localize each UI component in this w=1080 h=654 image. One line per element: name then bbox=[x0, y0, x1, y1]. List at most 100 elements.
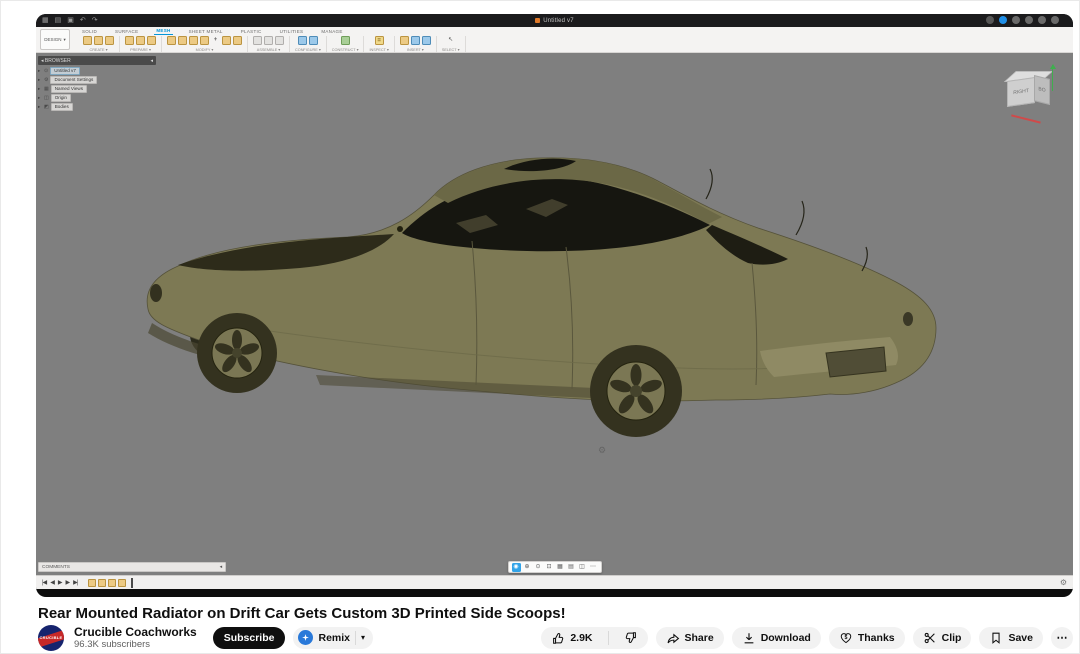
thumbs-up-icon bbox=[551, 631, 565, 645]
tree-item-bodies[interactable]: ▸◩Bodies bbox=[38, 103, 156, 111]
blue-tool-icon[interactable] bbox=[411, 36, 420, 45]
tab-solid[interactable]: SOLID bbox=[80, 28, 99, 35]
download-button[interactable]: Download bbox=[732, 627, 821, 649]
cursor-tool-icon[interactable]: ↖ bbox=[446, 36, 455, 45]
blue-tool-icon[interactable] bbox=[422, 36, 431, 45]
timeline-feature-icon[interactable] bbox=[108, 579, 116, 587]
tan-tool-icon[interactable] bbox=[125, 36, 134, 45]
account-icon[interactable] bbox=[1012, 16, 1020, 24]
tan-tool-icon[interactable] bbox=[233, 36, 242, 45]
tan-tool-icon[interactable] bbox=[94, 36, 103, 45]
expand-arrow-icon[interactable]: ▸ bbox=[38, 104, 42, 110]
gray-tool-icon[interactable] bbox=[275, 36, 284, 45]
tree-item-document-settings[interactable]: ▸⚙Document Settings bbox=[38, 76, 156, 84]
blue-tool-icon[interactable] bbox=[298, 36, 307, 45]
remix-label: Remix bbox=[318, 632, 350, 644]
nav-tool-icon-0[interactable]: ◉ bbox=[512, 563, 521, 572]
tab-plastic[interactable]: PLASTIC bbox=[239, 28, 264, 35]
pill-divider bbox=[608, 631, 609, 645]
gray-tool-icon[interactable] bbox=[253, 36, 262, 45]
timeline-marker[interactable] bbox=[131, 578, 133, 588]
playback-control-1[interactable]: ◀ bbox=[50, 579, 54, 586]
panel-arrow-icon[interactable]: ◂ bbox=[150, 58, 153, 64]
green-tool-icon[interactable] bbox=[341, 36, 350, 45]
subscribe-button[interactable]: Subscribe bbox=[213, 627, 286, 649]
video-player[interactable]: ▦▤▣↶↷ Untitled v7 DESIGN ▾ SOLIDSURFACEM… bbox=[36, 14, 1073, 597]
viewcube-side-face[interactable]: BO bbox=[1034, 75, 1050, 105]
tab-manage[interactable]: MANAGE bbox=[319, 28, 344, 35]
playback-control-3[interactable]: ▶ bbox=[65, 579, 69, 586]
tool-group-prepare: PREPARE ▾ bbox=[120, 36, 162, 52]
account-icon[interactable] bbox=[1025, 16, 1033, 24]
view-cube[interactable]: RIGHT BO bbox=[1001, 65, 1059, 121]
collapse-icon[interactable]: ◂ bbox=[41, 58, 44, 64]
design-menu[interactable]: DESIGN ▾ bbox=[40, 29, 70, 50]
tan-tool-icon[interactable] bbox=[147, 36, 156, 45]
tree-item-origin[interactable]: ▸◫Origin bbox=[38, 94, 156, 102]
timeline-feature-icon[interactable] bbox=[98, 579, 106, 587]
tan-tool-icon[interactable] bbox=[400, 36, 409, 45]
timeline-feature-icon[interactable] bbox=[118, 579, 126, 587]
channel-info[interactable]: Crucible Coachworks 96.3K subscribers bbox=[74, 626, 197, 650]
tab-mesh[interactable]: MESH bbox=[154, 27, 172, 35]
comments-panel-tab[interactable]: COMMENTS ◂ bbox=[38, 562, 226, 572]
nav-tool-icon-3[interactable]: ⊡ bbox=[545, 563, 554, 572]
nav-tool-icon-4[interactable]: ▦ bbox=[556, 563, 565, 572]
tan-tool-icon[interactable] bbox=[189, 36, 198, 45]
expand-arrow-icon[interactable]: ▸ bbox=[38, 68, 42, 74]
channel-name[interactable]: Crucible Coachworks bbox=[74, 626, 197, 639]
timeline-feature-icon[interactable] bbox=[88, 579, 96, 587]
notification-icon[interactable] bbox=[999, 16, 1007, 24]
viewcube-front-face[interactable]: RIGHT bbox=[1007, 77, 1035, 107]
tree-item-named-views[interactable]: ▸▦Named Views bbox=[38, 85, 156, 93]
account-icon[interactable] bbox=[1051, 16, 1059, 24]
remix-button[interactable]: Remix ▾ bbox=[293, 627, 373, 649]
channel-avatar[interactable]: CRUCIBLE bbox=[38, 625, 64, 651]
tab-sheet-metal[interactable]: SHEET METAL bbox=[187, 28, 225, 35]
meas-tool-icon[interactable]: = bbox=[375, 36, 384, 45]
timeline-gear-icon[interactable]: ⚙ bbox=[1060, 578, 1067, 587]
browser-panel: ◂ BROWSER ◂ ▸⊙Untitled v7▸⚙Document Sett… bbox=[38, 56, 156, 111]
account-icon[interactable] bbox=[986, 16, 994, 24]
account-icon[interactable] bbox=[1038, 16, 1046, 24]
dislike-button[interactable] bbox=[614, 627, 648, 649]
expand-arrow-icon[interactable]: ▸ bbox=[38, 95, 42, 101]
tan-tool-icon[interactable] bbox=[222, 36, 231, 45]
avatar-text: CRUCIBLE bbox=[38, 635, 64, 640]
chevron-down-icon[interactable]: ▾ bbox=[361, 633, 365, 642]
playback-control-2[interactable]: ▶ bbox=[58, 579, 62, 586]
nav-tool-icon-7[interactable]: ⋯ bbox=[589, 563, 598, 572]
like-button[interactable]: 2.9K bbox=[541, 627, 602, 649]
nav-tool-icon-6[interactable]: ◫ bbox=[578, 563, 587, 572]
more-actions-button[interactable]: ⋯ bbox=[1051, 627, 1073, 649]
tan-tool-icon[interactable] bbox=[178, 36, 187, 45]
nav-tool-icon-1[interactable]: ⊕ bbox=[523, 563, 532, 572]
tan-tool-icon[interactable] bbox=[83, 36, 92, 45]
tab-utilities[interactable]: UTILITIES bbox=[278, 28, 306, 35]
nav-tool-icon-5[interactable]: ▤ bbox=[567, 563, 576, 572]
share-button[interactable]: Share bbox=[656, 627, 724, 649]
tool-group-construct: CONSTRUCT ▾ bbox=[327, 36, 365, 52]
gray-tool-icon[interactable] bbox=[264, 36, 273, 45]
clip-button[interactable]: Clip bbox=[913, 627, 972, 649]
tool-group-label: INSERT ▾ bbox=[407, 47, 424, 52]
save-button[interactable]: Save bbox=[979, 627, 1043, 649]
tan-tool-icon[interactable] bbox=[200, 36, 209, 45]
blue-tool-icon[interactable] bbox=[309, 36, 318, 45]
thanks-button[interactable]: $ Thanks bbox=[829, 627, 905, 649]
tan-tool-icon[interactable] bbox=[136, 36, 145, 45]
nav-tool-icon-2[interactable]: ⊙ bbox=[534, 563, 543, 572]
expand-arrow-icon[interactable]: ▸ bbox=[38, 77, 42, 83]
tan-tool-icon[interactable] bbox=[167, 36, 176, 45]
tree-item-untitled-v7[interactable]: ▸⊙Untitled v7 bbox=[38, 67, 156, 75]
playback-control-4[interactable]: ▶| bbox=[73, 579, 77, 586]
tab-surface[interactable]: SURFACE bbox=[113, 28, 140, 35]
viewport-canvas[interactable]: ◂ BROWSER ◂ ▸⊙Untitled v7▸⚙Document Sett… bbox=[36, 53, 1073, 575]
browser-header[interactable]: ◂ BROWSER ◂ bbox=[38, 56, 156, 65]
plus-tool-icon[interactable]: + bbox=[211, 36, 220, 45]
design-menu-label: DESIGN bbox=[44, 37, 61, 42]
comments-expand-icon[interactable]: ◂ bbox=[220, 565, 222, 570]
tan-tool-icon[interactable] bbox=[105, 36, 114, 45]
playback-control-0[interactable]: |◀ bbox=[42, 579, 46, 586]
expand-arrow-icon[interactable]: ▸ bbox=[38, 86, 42, 92]
